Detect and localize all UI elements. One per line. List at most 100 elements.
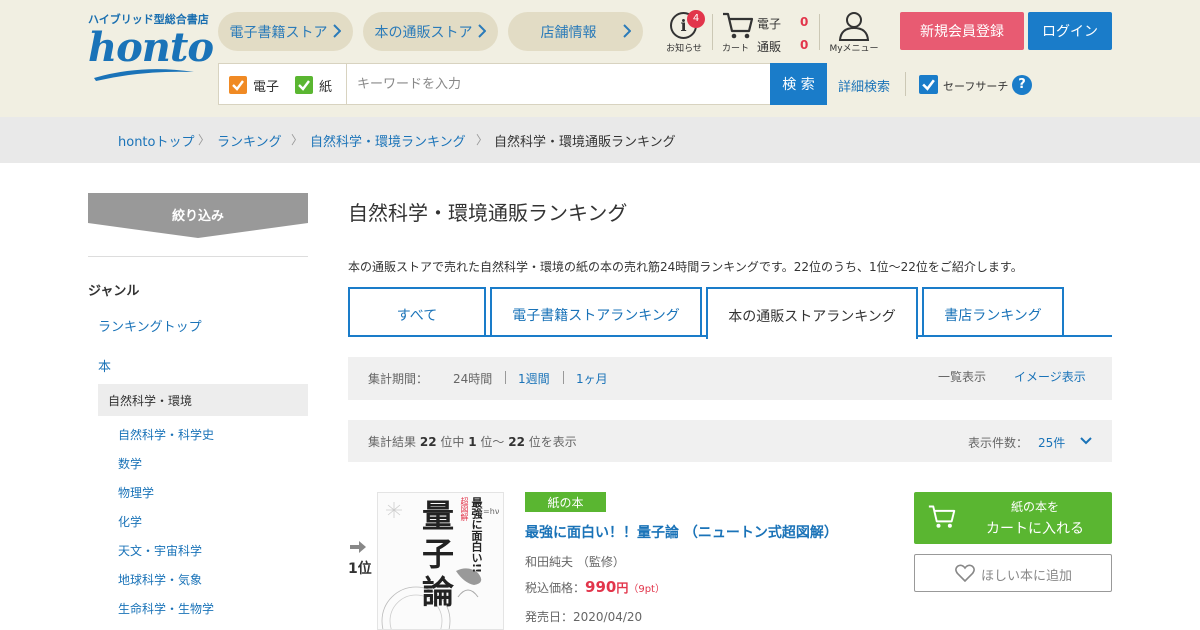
page-description: 本の通販ストアで売れた自然科学・環境の紙の本の売れ筋24時間ランキングです。22… [348, 260, 1023, 274]
search-divider [905, 72, 906, 96]
period-1week[interactable]: 1週間 [518, 370, 550, 387]
logo-swoosh-icon [94, 69, 194, 81]
sidebar-item-ranking-top[interactable]: ランキングトップ [98, 316, 202, 335]
view-list: 一覧表示 [938, 370, 987, 384]
tab-paper-ranking[interactable]: 本の通販ストアランキング [706, 287, 918, 339]
heart-icon [955, 564, 975, 582]
sidebar-item-math[interactable]: 数学 [118, 455, 142, 472]
chevron-right-icon [623, 24, 631, 38]
nav-ebook-store-label: 電子書籍ストア [229, 24, 328, 41]
breadcrumb-separator: 〉 [198, 133, 211, 147]
cart-label: カート [722, 44, 750, 54]
page-title: 自然科学・環境通販ランキング [348, 201, 628, 225]
search-button[interactable]: 検 索 [770, 63, 827, 105]
ebook-checkbox[interactable] [229, 76, 247, 94]
price-value: 990 [585, 578, 617, 596]
search-box: 電子 紙 検 索 [218, 63, 827, 105]
nav-paper-store[interactable]: 本の通販ストア [363, 12, 498, 51]
book-title-link[interactable]: 最強に面白い！！量子論 （ニュートン式超図解） [525, 522, 838, 542]
price-row: 税込価格：990円（9pt） [525, 578, 665, 596]
sidebar-divider [88, 256, 308, 257]
view-image[interactable]: イメージ表示 [1014, 368, 1086, 385]
notification-count-badge: 4 [687, 10, 705, 28]
sidebar-item-books[interactable]: 本 [98, 356, 111, 375]
sidebar-item-earth-science[interactable]: 地球科学・気象 [118, 571, 202, 588]
release-date: 発売日：2020/04/20 [525, 610, 643, 624]
user-icon [838, 12, 870, 41]
cover-title-char: 論 [422, 573, 455, 611]
nav-paper-store-label: 本の通販ストア [374, 24, 473, 41]
breadcrumb-current: 自然科学・環境通販ランキング [494, 135, 676, 150]
sidebar-item-physics[interactable]: 物理学 [118, 484, 154, 501]
rank-number: 1位 [348, 561, 372, 577]
tab-store-ranking[interactable]: 書店ランキング [922, 287, 1064, 337]
book-cover-image[interactable]: 超図解 最強に面白い!! E=hν 量 子 論 [377, 492, 504, 630]
notifications-label: お知らせ [666, 44, 702, 54]
advanced-search-link[interactable]: 詳細検索 [838, 76, 890, 95]
breadcrumb-ranking[interactable]: ランキング [217, 131, 282, 150]
my-menu-button[interactable]: Myメニュー [828, 10, 880, 54]
login-button[interactable]: ログイン [1028, 12, 1112, 50]
breadcrumb-separator: 〉 [476, 133, 489, 147]
add-to-wishlist-label: ほしい本に追加 [981, 569, 1073, 584]
per-page-select[interactable]: 25件 [1038, 434, 1065, 451]
rank-unchanged-arrow-icon [350, 541, 366, 553]
nav-store-info-label: 店舗情報 [540, 24, 597, 41]
cover-formula: E=hν [478, 507, 500, 516]
search-input[interactable] [347, 64, 770, 104]
cart-button[interactable]: カート 電子 0 通販 0 [720, 10, 820, 54]
points-value: （9pt） [628, 584, 665, 595]
sidebar-item-astronomy[interactable]: 天文・宇宙科学 [118, 542, 202, 559]
help-icon[interactable]: ? [1012, 75, 1032, 95]
cover-title-char: 子 [422, 535, 455, 573]
sidebar-item-science-environment[interactable]: 自然科学・環境 [108, 392, 192, 409]
nav-store-info[interactable]: 店舗情報 [508, 12, 643, 51]
period-separator [505, 371, 506, 384]
add-to-cart-line2: カートに入れる [986, 521, 1084, 537]
price-unit: 円 [616, 581, 629, 595]
cart-paper-count: 0 [800, 38, 809, 52]
paper-checkbox[interactable] [295, 76, 313, 94]
cart-paper-label: 通販 [757, 40, 782, 54]
cover-series-small: 超図解 [460, 497, 469, 521]
register-button[interactable]: 新規会員登録 [900, 12, 1024, 50]
sidebar-item-natural-science[interactable]: 自然科学・科学史 [118, 426, 214, 443]
price-label: 税込価格： [525, 581, 586, 595]
breadcrumb-separator: 〉 [291, 133, 304, 147]
chevron-down-icon[interactable] [1080, 437, 1092, 445]
chevron-right-icon [333, 24, 341, 38]
breadcrumb-science-ranking[interactable]: 自然科学・環境ランキング [310, 131, 466, 150]
filter-toggle-label: 絞り込み [171, 209, 224, 224]
add-to-wishlist-button[interactable]: ほしい本に追加 [914, 554, 1112, 592]
results-summary: 集計結果 22 位中 1 位～ 22 位を表示 [368, 435, 577, 449]
check-icon [922, 79, 935, 91]
safe-search-checkbox[interactable] [919, 75, 938, 94]
period-separator [563, 371, 564, 384]
ebook-checkbox-label: 電子 [253, 80, 280, 95]
cart-ebook-count: 0 [800, 15, 809, 29]
check-icon [232, 80, 244, 91]
tab-all[interactable]: すべて [348, 287, 486, 337]
breadcrumb: hontoトップ 〉 ランキング 〉 自然科学・環境ランキング 〉 自然科学・環… [0, 117, 1200, 163]
chevron-right-icon [478, 24, 486, 38]
genre-heading: ジャンル [88, 284, 140, 299]
cart-ebook-label: 電子 [757, 17, 782, 31]
add-to-cart-button[interactable]: 紙の本を カートに入れる [914, 492, 1112, 544]
tab-ebook-ranking[interactable]: 電子書籍ストアランキング [490, 287, 702, 337]
period-1month[interactable]: 1ヶ月 [576, 370, 608, 387]
book-author-link[interactable]: 和田純夫 （監修） [525, 553, 625, 570]
cover-title-char: 量 [422, 497, 455, 535]
sidebar-item-chemistry[interactable]: 化学 [118, 513, 142, 530]
sidebar-item-life-science[interactable]: 生命科学・生物学 [118, 600, 214, 617]
my-menu-label: Myメニュー [829, 44, 879, 54]
per-page-label: 表示件数： [968, 436, 1029, 450]
check-icon [298, 80, 310, 91]
breadcrumb-honto-top[interactable]: hontoトップ [118, 131, 194, 150]
nav-ebook-store[interactable]: 電子書籍ストア [218, 12, 353, 51]
add-to-cart-line1: 紙の本を [1010, 500, 1059, 514]
cart-icon [928, 505, 956, 528]
period-label: 集計期間： [368, 372, 429, 386]
safe-search-label: セーフサーチ [943, 80, 1009, 93]
paper-book-badge: 紙の本 [525, 492, 606, 512]
notifications-button[interactable]: i 4 お知らせ [664, 10, 705, 54]
